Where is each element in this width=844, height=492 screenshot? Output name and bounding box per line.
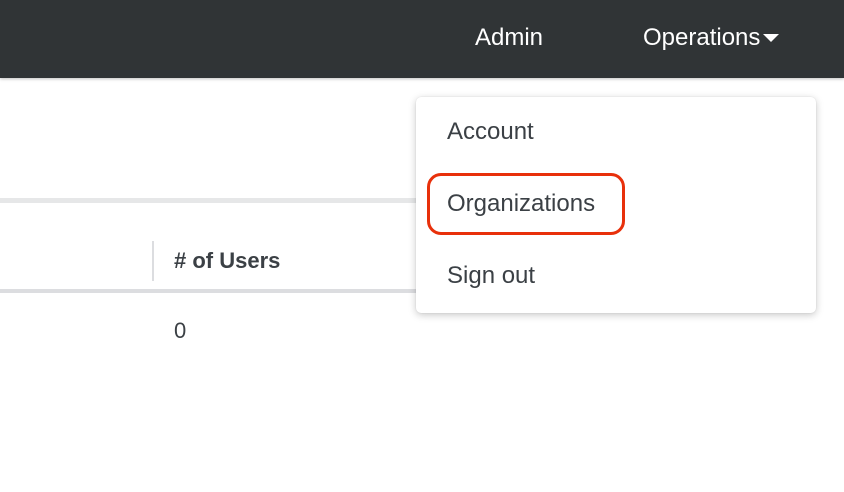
nav-admin-label: Admin [475,24,544,51]
column-header-users[interactable]: # of Users [174,248,280,274]
menu-item-sign-out[interactable]: Sign out [447,262,535,290]
nav-admin-link[interactable]: Admin [475,0,543,78]
column-divider [152,241,154,281]
caret-down-icon [763,34,780,42]
top-navbar: Admin Operations [0,0,844,78]
operations-dropdown-menu: Account Organizations Sign out [416,97,816,313]
table-top-divider [0,198,420,203]
nav-operations-label: Operations [643,24,761,51]
nav-operations-dropdown-toggle[interactable]: Operations [643,0,780,78]
table-cell-users: 0 [174,318,187,343]
menu-item-organizations[interactable]: Organizations [447,190,595,218]
table-header-divider [0,289,420,293]
menu-item-account[interactable]: Account [447,118,534,146]
